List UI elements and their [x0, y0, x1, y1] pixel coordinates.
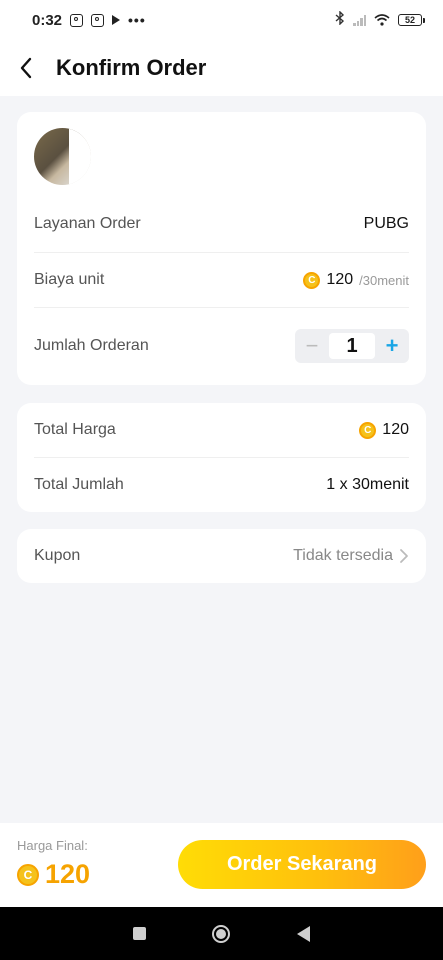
total-price-label: Total Harga: [34, 421, 116, 438]
status-bar: 0:32 ••• 52: [0, 0, 443, 40]
status-left: 0:32 •••: [32, 12, 146, 29]
chevron-right-icon: [400, 549, 408, 563]
battery-level: 52: [398, 14, 422, 26]
decrease-button[interactable]: −: [301, 333, 323, 359]
wifi-icon: [374, 14, 390, 26]
coupon-label: Kupon: [34, 547, 81, 564]
unit-cost-value: 120: [326, 271, 354, 288]
status-right: 52: [335, 10, 425, 29]
final-price-value: 120: [45, 859, 91, 889]
coupon-card[interactable]: Kupon Tidak tersedia: [17, 529, 426, 583]
page-title: Konfirm Order: [56, 55, 207, 80]
instagram-icon-2: [91, 13, 105, 27]
quantity-input[interactable]: 1: [329, 333, 375, 359]
coin-icon: C: [359, 421, 377, 439]
coin-icon: C: [303, 271, 321, 289]
total-amount-row: Total Jumlah 1 x 30menit: [17, 458, 426, 512]
app-header: Konfirm Order: [0, 40, 443, 96]
coupon-row[interactable]: Kupon Tidak tersedia: [17, 529, 426, 583]
coupon-value: Tidak tersedia: [293, 547, 393, 564]
unit-cost-row: Biaya unit C 120 /30menit: [17, 253, 426, 307]
signal-icon: [353, 14, 366, 26]
total-price-value-group: C 120: [359, 421, 409, 439]
bluetooth-icon: [335, 10, 345, 29]
final-price-group: C 120: [17, 859, 90, 890]
coupon-value-group: Tidak tersedia: [293, 547, 409, 565]
order-now-button[interactable]: Order Sekarang: [178, 840, 426, 889]
quantity-row: Jumlah Orderan − 1 +: [17, 308, 426, 384]
back-button[interactable]: [8, 50, 44, 86]
order-card: Layanan Order PUBG Biaya unit C 120 /30m…: [17, 112, 426, 385]
avatar[interactable]: [34, 128, 91, 185]
instagram-icon: [70, 13, 84, 27]
unit-cost-value-group: C 120 /30menit: [303, 271, 409, 289]
battery-icon: 52: [398, 14, 425, 26]
home-button[interactable]: [212, 924, 231, 943]
total-price-value: 120: [382, 421, 409, 438]
total-amount-value: 1 x 30menit: [326, 476, 409, 493]
play-icon: [112, 15, 121, 25]
total-amount-label: Total Jumlah: [34, 476, 124, 493]
service-value: PUBG: [363, 215, 409, 232]
bottom-bar: Harga Final: C 120 Order Sekarang: [0, 823, 443, 907]
quantity-stepper: − 1 +: [295, 329, 409, 363]
summary-card: Total Harga C 120 Total Jumlah 1 x 30men…: [17, 403, 426, 512]
system-nav-bar: [0, 907, 443, 960]
total-price-row: Total Harga C 120: [17, 403, 426, 457]
final-price-label: Harga Final:: [17, 838, 88, 853]
recents-button[interactable]: [133, 927, 147, 940]
coin-icon: C: [17, 863, 39, 886]
back-arrow-icon: [20, 57, 32, 79]
service-label: Layanan Order: [34, 215, 141, 232]
status-time: 0:32: [32, 11, 63, 29]
more-notifications-icon: •••: [128, 12, 146, 28]
increase-button[interactable]: +: [381, 333, 403, 359]
unit-cost-label: Biaya unit: [34, 271, 105, 288]
quantity-label: Jumlah Orderan: [34, 337, 149, 354]
unit-cost-suffix: /30menit: [359, 272, 409, 288]
system-back-button[interactable]: [296, 925, 310, 942]
service-row: Layanan Order PUBG: [17, 196, 426, 252]
